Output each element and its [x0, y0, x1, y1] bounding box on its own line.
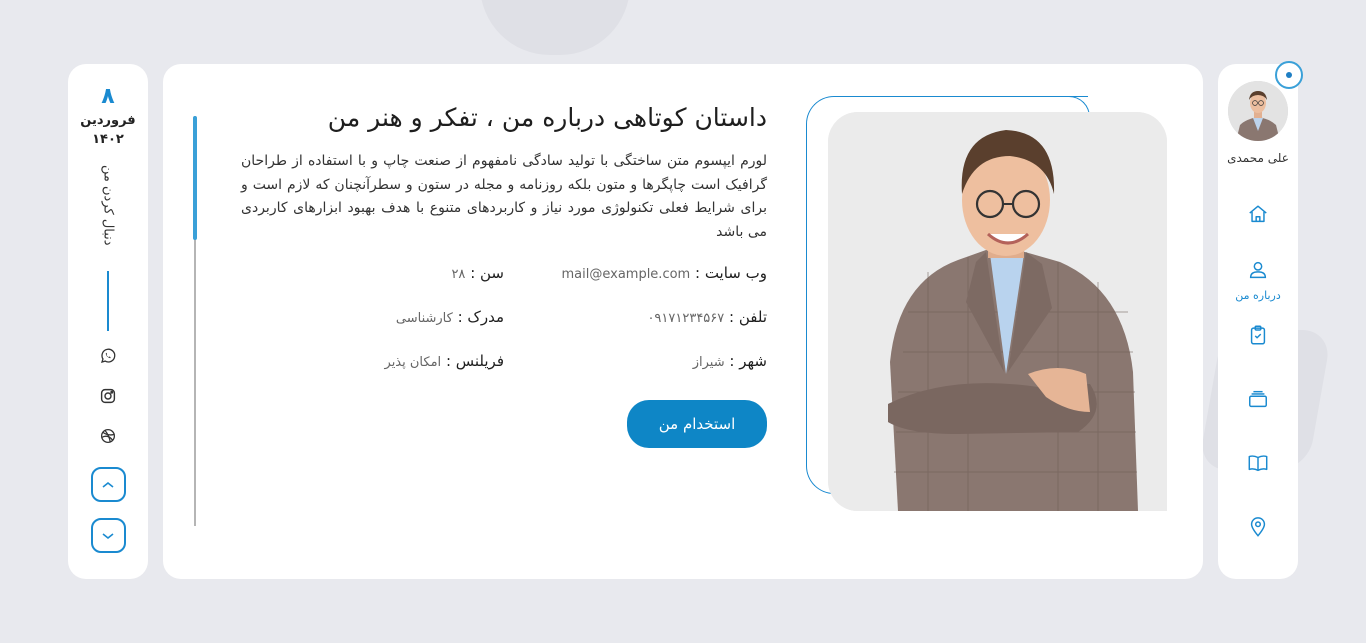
date-year: ۱۴۰۲	[92, 132, 124, 147]
user-name: علی محمدی	[1227, 151, 1289, 165]
avatar[interactable]	[1228, 81, 1288, 141]
info-city: شهر : شیراز	[504, 350, 767, 374]
dribbble-icon	[100, 428, 116, 444]
briefcase-icon	[1249, 390, 1267, 408]
book-icon	[1248, 455, 1268, 472]
nav-portfolio[interactable]	[1247, 388, 1269, 410]
scroll-down-button[interactable]	[90, 518, 126, 553]
divider-line	[107, 271, 109, 331]
clipboard-icon	[1250, 325, 1266, 345]
dribbble-link[interactable]	[99, 427, 117, 445]
info-freelance-label: فریلنس :	[445, 352, 504, 370]
side-info-bar: ۸ فروردین ۱۴۰۲ دنبال کردن من	[68, 64, 148, 579]
info-degree-value: کارشناسی	[395, 311, 453, 326]
info-freelance: فریلنس : امکان پذیر	[241, 350, 504, 374]
chevron-down-icon	[102, 532, 114, 539]
info-freelance-value: امکان پذیر	[384, 355, 442, 370]
nav-home[interactable]	[1247, 203, 1269, 225]
hire-me-button[interactable]: استخدام من	[627, 400, 767, 448]
info-phone-label: تلفن :	[729, 308, 767, 326]
info-phone: تلفن : ۰۹۱۷۱۲۳۴۵۶۷	[504, 306, 767, 330]
info-degree-label: مدرک :	[457, 308, 504, 326]
online-indicator	[1275, 61, 1303, 89]
scroll-track[interactable]	[193, 116, 197, 526]
info-city-label: شهر :	[729, 352, 767, 370]
scroll-thumb[interactable]	[193, 116, 197, 240]
nav-about-label: درباره من	[1235, 289, 1281, 302]
date-day: ۸	[101, 84, 115, 109]
whatsapp-link[interactable]	[99, 347, 117, 365]
info-age-value: ۲۸	[451, 267, 466, 282]
chevron-up-icon	[102, 481, 114, 488]
instagram-link[interactable]	[99, 387, 117, 405]
nav-contact[interactable]	[1247, 516, 1269, 538]
nav-resume[interactable]	[1247, 324, 1269, 346]
info-degree: مدرک : کارشناسی	[241, 306, 504, 330]
info-website-label: وب سایت :	[695, 264, 767, 282]
info-website: وب سایت : mail@example.com	[504, 262, 768, 286]
info-age: سن : ۲۸	[241, 262, 504, 286]
profile-photo	[828, 112, 1167, 511]
profile-avatar-wrap	[1228, 61, 1303, 141]
scroll-up-button[interactable]	[90, 467, 126, 502]
nav-blog[interactable]	[1247, 452, 1269, 474]
info-grid: وب سایت : mail@example.com سن : ۲۸ تلفن …	[241, 262, 767, 374]
whatsapp-icon	[101, 348, 116, 363]
about-description: لورم ایپسوم متن ساختگی با تولید سادگی نا…	[241, 153, 767, 240]
background-blob	[480, 0, 630, 55]
instagram-icon	[100, 388, 116, 404]
main-navigation: علی محمدی درباره من	[1218, 61, 1303, 579]
location-icon	[1250, 517, 1266, 537]
follow-me-text: دنبال کردن من	[100, 164, 116, 246]
info-city-value: شیراز	[692, 355, 725, 370]
date-month: فروردین	[80, 113, 136, 128]
info-website-value[interactable]: mail@example.com	[562, 267, 691, 282]
home-icon	[1249, 205, 1267, 223]
about-title: داستان کوتاهی درباره من ، تفکر و هنر من	[327, 103, 767, 132]
nav-about[interactable]: درباره من	[1235, 259, 1281, 302]
info-age-label: سن :	[470, 264, 504, 282]
info-phone-value[interactable]: ۰۹۱۷۱۲۳۴۵۶۷	[647, 311, 724, 326]
about-content: داستان کوتاهی درباره من ، تفکر و هنر من …	[241, 100, 767, 448]
user-icon	[1249, 261, 1267, 279]
about-card: داستان کوتاهی درباره من ، تفکر و هنر من …	[163, 64, 1203, 579]
